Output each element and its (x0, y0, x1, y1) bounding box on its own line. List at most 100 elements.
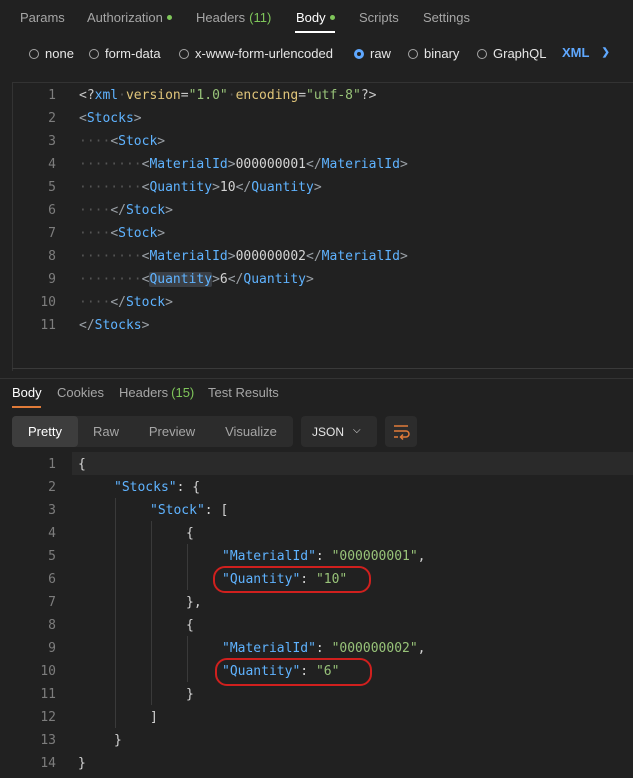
tab-body[interactable]: Body (296, 10, 335, 25)
radio-graphql-label: GraphQL (493, 46, 547, 61)
line-number: 13 (40, 733, 56, 748)
xml-tag: Stock (118, 226, 158, 241)
active-dot-icon (329, 15, 335, 20)
radio-circle-icon (89, 48, 99, 59)
headers-count: (11) (249, 10, 272, 25)
tab-authorization[interactable]: Authorization (87, 10, 172, 25)
code-line: ········<Quantity>6</Quantity> (79, 272, 314, 287)
radio-form-data-label: form-data (105, 46, 161, 61)
highlight-annotation (215, 658, 372, 686)
radio-none[interactable]: none (29, 46, 74, 61)
radio-raw[interactable]: raw (354, 46, 391, 61)
highlight-annotation (213, 566, 371, 593)
response-tab-headers-label: Headers (119, 385, 169, 400)
wrap-lines-button[interactable] (385, 416, 417, 447)
xml-tag: Stock (125, 295, 166, 310)
radio-urlencoded-label: x-www-form-urlencoded (195, 46, 333, 61)
radio-graphql[interactable]: GraphQL (477, 46, 546, 61)
tab-body-label: Body (296, 10, 326, 25)
code-line: { (186, 526, 194, 541)
code-line: } (114, 733, 122, 748)
xml-pi-open: <? (79, 88, 95, 103)
xml-tag: MaterialId (321, 249, 400, 264)
line-number: 2 (48, 111, 56, 126)
json-value: "000000002" (331, 641, 418, 656)
line-number: 4 (48, 526, 56, 541)
code-line: ····<Stock> (79, 134, 166, 149)
code-line: ········<MaterialId>000000001</MaterialI… (79, 157, 408, 172)
response-format-value: JSON (312, 425, 345, 439)
code-line: { (186, 618, 194, 633)
tab-settings[interactable]: Settings (423, 10, 470, 25)
radio-circle-icon (408, 48, 418, 59)
line-number: 2 (48, 480, 56, 495)
xml-tag: MaterialId (321, 157, 400, 172)
line-number: 7 (48, 595, 56, 610)
code-line: <Stocks> (79, 111, 142, 126)
view-raw-button[interactable]: Raw (78, 416, 134, 447)
code-line: { (78, 457, 86, 472)
raw-format-dropdown[interactable]: XML ❯ (562, 45, 610, 60)
response-tab-body[interactable]: Body (12, 385, 42, 400)
code-line: "MaterialId": "000000002", (222, 641, 426, 656)
xml-tag: Quantity (243, 272, 307, 287)
active-tab-underline (295, 31, 335, 33)
line-number: 7 (48, 226, 56, 241)
line-number: 12 (40, 710, 56, 725)
xml-tag: MaterialId (149, 249, 228, 264)
body-type-selector: none form-data x-www-form-urlencoded raw… (0, 38, 633, 70)
line-number: 9 (48, 272, 56, 287)
xml-tag: Stock (118, 134, 158, 149)
view-visualize-button[interactable]: Visualize (210, 416, 292, 447)
xml-tag: MaterialId (149, 157, 228, 172)
json-key: "Stock" (150, 503, 205, 518)
tab-headers[interactable]: Headers (11) (196, 10, 271, 25)
xml-tag: Stocks (94, 318, 142, 333)
line-number: 14 (40, 756, 56, 771)
view-pretty-button[interactable]: Pretty (12, 416, 78, 447)
response-body-viewer[interactable] (0, 452, 633, 778)
response-format-dropdown[interactable]: JSON ⌵ (301, 416, 377, 447)
code-line: ····</Stock> (79, 203, 173, 218)
radio-urlencoded[interactable]: x-www-form-urlencoded (179, 46, 333, 61)
xml-tag: Stock (125, 203, 166, 218)
code-line: "Stock": [ (150, 503, 229, 518)
xml-tag: Quantity (251, 180, 314, 195)
radio-binary[interactable]: binary (408, 46, 459, 61)
xml-tag-highlighted: Quantity (149, 272, 213, 287)
response-headers-count: (15) (171, 385, 195, 400)
code-line: ····<Stock> (79, 226, 166, 241)
xml-attr-version-value: "1.0" (188, 88, 228, 103)
code-line: ] (150, 710, 158, 725)
tab-authorization-label: Authorization (87, 10, 163, 25)
chevron-down-icon: ❯ (601, 47, 610, 58)
xml-attr-encoding-value: "utf-8" (306, 88, 361, 103)
active-response-tab-underline (12, 406, 41, 408)
radio-form-data[interactable]: form-data (89, 46, 161, 61)
code-line: </Stocks> (79, 318, 150, 333)
editor-divider (12, 368, 633, 369)
indent-guide (187, 636, 188, 682)
xml-value: 10 (219, 180, 236, 195)
wrap-lines-icon (394, 425, 410, 441)
radio-none-label: none (45, 46, 74, 61)
xml-attr-encoding: encoding (235, 88, 299, 103)
raw-format-value: XML (562, 45, 590, 60)
tab-scripts[interactable]: Scripts (359, 10, 399, 25)
response-tab-headers[interactable]: Headers (15) (119, 385, 194, 400)
code-line: } (78, 756, 86, 771)
tab-params[interactable]: Params (20, 10, 65, 25)
tab-headers-label: Headers (196, 10, 246, 25)
xml-value: 000000002 (235, 249, 307, 264)
xml-tag: Stocks (86, 111, 134, 126)
response-tab-test-results[interactable]: Test Results (208, 385, 279, 400)
line-number: 8 (48, 249, 56, 264)
line-number: 10 (40, 295, 56, 310)
json-key: "MaterialId" (222, 549, 316, 564)
response-tabs: Body Cookies Headers (15) Test Results (0, 378, 633, 411)
view-preview-button[interactable]: Preview (136, 416, 208, 447)
line-number: 9 (48, 641, 56, 656)
response-tab-cookies[interactable]: Cookies (57, 385, 104, 400)
line-number: 11 (40, 318, 56, 333)
view-mode-bar: Pretty Raw Preview Visualize (12, 416, 293, 447)
